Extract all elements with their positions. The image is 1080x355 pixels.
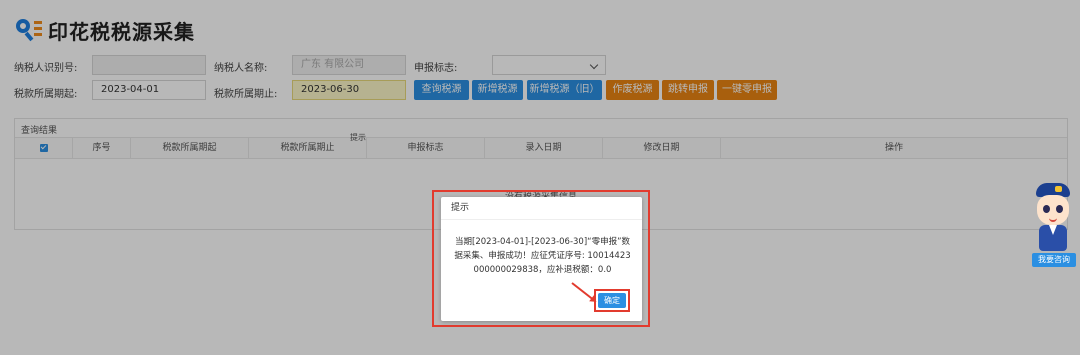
alert-dialog: 提示 当期[2023-04-01]-[2023-06-30]“零申报”数据采集、… bbox=[441, 197, 642, 321]
consult-button[interactable]: 我要咨询 bbox=[1032, 253, 1076, 267]
ok-button[interactable]: 确定 bbox=[598, 293, 626, 308]
dialog-message: 当期[2023-04-01]-[2023-06-30]“零申报”数据采集、申报成… bbox=[454, 237, 631, 275]
dialog-title: 提示 bbox=[441, 197, 642, 220]
ok-highlight-frame: 确定 bbox=[594, 289, 630, 312]
